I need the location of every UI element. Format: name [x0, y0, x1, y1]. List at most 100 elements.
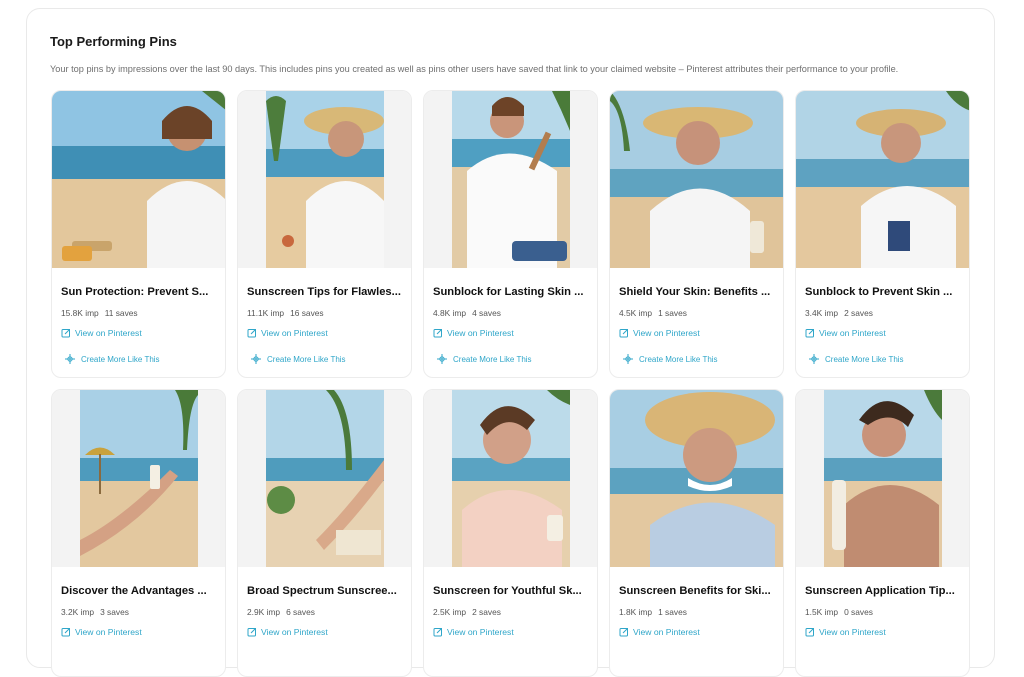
- pin-card[interactable]: Sunscreen Application Tip... 1.5K imp 0 s…: [795, 389, 970, 677]
- pin-impressions: 3.2K imp: [61, 607, 95, 617]
- pin-image[interactable]: [610, 390, 783, 567]
- create-more-button[interactable]: Create More Like This: [65, 354, 160, 364]
- view-on-pinterest-link[interactable]: View on Pinterest: [619, 328, 700, 338]
- external-link-icon: [805, 329, 814, 338]
- pin-photo: [452, 91, 570, 268]
- view-on-pinterest-link[interactable]: View on Pinterest: [805, 328, 886, 338]
- pin-impressions: 2.9K imp: [247, 607, 281, 617]
- view-label: View on Pinterest: [447, 627, 514, 637]
- section-title: Top Performing Pins: [50, 34, 177, 49]
- pin-card[interactable]: Sun Protection: Prevent S... 15.8K imp 11…: [51, 90, 226, 378]
- create-more-label: Create More Like This: [639, 354, 718, 364]
- pin-image[interactable]: [52, 91, 225, 268]
- pin-photo: [80, 390, 198, 567]
- pin-card[interactable]: Sunscreen for Youthful Sk... 2.5K imp 2 s…: [423, 389, 598, 677]
- view-on-pinterest-link[interactable]: View on Pinterest: [805, 627, 886, 637]
- pin-saves: 2 saves: [472, 607, 501, 617]
- pin-card[interactable]: Discover the Advantages ... 3.2K imp 3 sa…: [51, 389, 226, 677]
- pin-image[interactable]: [52, 390, 225, 567]
- view-label: View on Pinterest: [633, 328, 700, 338]
- pin-card[interactable]: Shield Your Skin: Benefits ... 4.5K imp 1…: [609, 90, 784, 378]
- pin-saves: 3 saves: [100, 607, 129, 617]
- pin-stats: 3.2K imp 3 saves: [61, 607, 129, 617]
- pin-photo: [610, 91, 783, 268]
- pin-impressions: 11.1K imp: [247, 308, 285, 318]
- create-more-button[interactable]: Create More Like This: [623, 354, 718, 364]
- pin-stats: 4.8K imp 4 saves: [433, 308, 501, 318]
- pin-photo: [824, 390, 942, 567]
- pin-photo: [610, 390, 783, 567]
- pin-impressions: 2.5K imp: [433, 607, 467, 617]
- view-on-pinterest-link[interactable]: View on Pinterest: [619, 627, 700, 637]
- pin-saves: 11 saves: [104, 308, 138, 318]
- external-link-icon: [433, 628, 442, 637]
- pin-title: Sunscreen Benefits for Ski...: [619, 585, 771, 597]
- pin-image[interactable]: [238, 390, 411, 567]
- view-label: View on Pinterest: [75, 627, 142, 637]
- pin-title: Sun Protection: Prevent S...: [61, 286, 209, 298]
- pin-saves: 1 saves: [658, 308, 687, 318]
- pin-stats: 3.4K imp 2 saves: [805, 308, 873, 318]
- view-label: View on Pinterest: [819, 627, 886, 637]
- pin-saves: 4 saves: [472, 308, 501, 318]
- pin-image[interactable]: [238, 91, 411, 268]
- view-label: View on Pinterest: [447, 328, 514, 338]
- pin-card[interactable]: Sunscreen Tips for Flawles... 11.1K imp 1…: [237, 90, 412, 378]
- create-more-button[interactable]: Create More Like This: [251, 354, 346, 364]
- create-more-button[interactable]: Create More Like This: [809, 354, 904, 364]
- pin-photo: [796, 91, 969, 268]
- pin-title: Sunblock for Lasting Skin ...: [433, 286, 584, 298]
- view-on-pinterest-link[interactable]: View on Pinterest: [61, 328, 142, 338]
- pin-photo: [266, 390, 384, 567]
- external-link-icon: [619, 628, 628, 637]
- pin-stats: 15.8K imp 11 saves: [61, 308, 138, 318]
- external-link-icon: [247, 628, 256, 637]
- create-more-label: Create More Like This: [453, 354, 532, 364]
- pin-image[interactable]: [796, 390, 969, 567]
- pin-card[interactable]: Sunblock for Lasting Skin ... 4.8K imp 4 …: [423, 90, 598, 378]
- pin-stats: 2.9K imp 6 saves: [247, 607, 315, 617]
- pin-impressions: 15.8K imp: [61, 308, 99, 318]
- pin-card[interactable]: Broad Spectrum Sunscree... 2.9K imp 6 sav…: [237, 389, 412, 677]
- pin-image[interactable]: [424, 390, 597, 567]
- pin-photo: [52, 91, 225, 268]
- pin-saves: 16 saves: [290, 308, 324, 318]
- pin-impressions: 4.5K imp: [619, 308, 653, 318]
- pin-saves: 0 saves: [844, 607, 873, 617]
- sparkle-icon: [251, 354, 261, 364]
- sparkle-icon: [623, 354, 633, 364]
- external-link-icon: [619, 329, 628, 338]
- external-link-icon: [433, 329, 442, 338]
- pin-title: Broad Spectrum Sunscree...: [247, 585, 397, 597]
- create-more-button[interactable]: Create More Like This: [437, 354, 532, 364]
- view-on-pinterest-link[interactable]: View on Pinterest: [433, 627, 514, 637]
- view-label: View on Pinterest: [261, 328, 328, 338]
- pin-stats: 2.5K imp 2 saves: [433, 607, 501, 617]
- pin-card[interactable]: Sunscreen Benefits for Ski... 1.8K imp 1 …: [609, 389, 784, 677]
- pin-saves: 6 saves: [286, 607, 315, 617]
- view-on-pinterest-link[interactable]: View on Pinterest: [61, 627, 142, 637]
- create-more-label: Create More Like This: [825, 354, 904, 364]
- pin-image[interactable]: [424, 91, 597, 268]
- view-on-pinterest-link[interactable]: View on Pinterest: [247, 328, 328, 338]
- sparkle-icon: [65, 354, 75, 364]
- pin-photo: [452, 390, 570, 567]
- pin-image[interactable]: [796, 91, 969, 268]
- sparkle-icon: [809, 354, 819, 364]
- view-on-pinterest-link[interactable]: View on Pinterest: [433, 328, 514, 338]
- view-label: View on Pinterest: [819, 328, 886, 338]
- pin-impressions: 1.8K imp: [619, 607, 653, 617]
- pin-title: Sunblock to Prevent Skin ...: [805, 286, 953, 298]
- section-description: Your top pins by impressions over the la…: [50, 64, 899, 74]
- external-link-icon: [61, 628, 70, 637]
- pin-stats: 11.1K imp 16 saves: [247, 308, 324, 318]
- create-more-label: Create More Like This: [267, 354, 346, 364]
- pin-image[interactable]: [610, 91, 783, 268]
- pin-title: Shield Your Skin: Benefits ...: [619, 286, 771, 298]
- view-on-pinterest-link[interactable]: View on Pinterest: [247, 627, 328, 637]
- pin-title: Sunscreen Application Tip...: [805, 585, 955, 597]
- external-link-icon: [61, 329, 70, 338]
- pin-card[interactable]: Sunblock to Prevent Skin ... 3.4K imp 2 s…: [795, 90, 970, 378]
- pin-impressions: 1.5K imp: [805, 607, 839, 617]
- pin-stats: 1.5K imp 0 saves: [805, 607, 873, 617]
